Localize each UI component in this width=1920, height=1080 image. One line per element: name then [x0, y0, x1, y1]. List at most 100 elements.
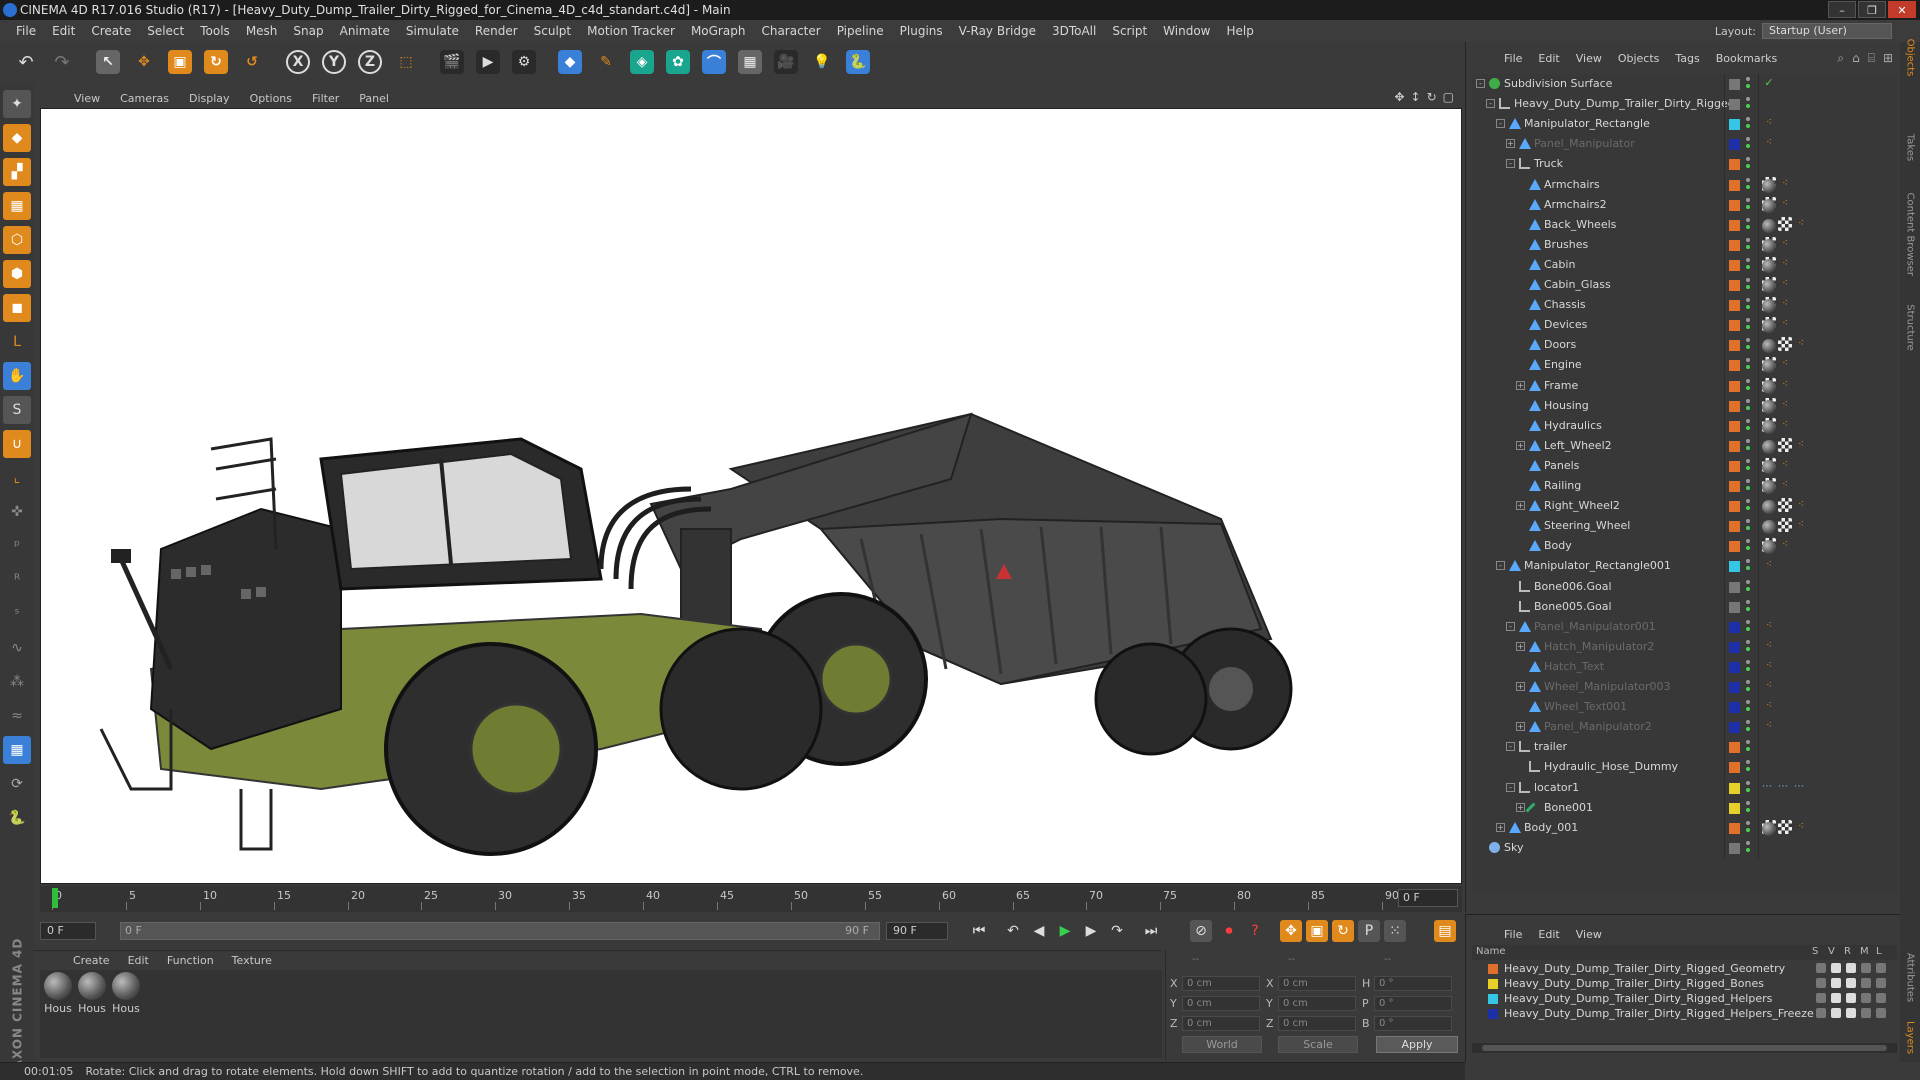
object-row[interactable]: Hydraulics ⁖ — [1472, 415, 1897, 436]
position-x-field[interactable]: 0 cm — [1182, 976, 1260, 991]
scale-button[interactable]: ▣ — [164, 46, 196, 78]
sculpt-flatten-button[interactable]: ⁂ — [3, 668, 31, 696]
menu-vray-bridge[interactable]: V-Ray Bridge — [951, 24, 1044, 38]
visibility-toggle[interactable] — [1746, 538, 1752, 554]
objects-menu-bookmarks[interactable]: Bookmarks — [1708, 52, 1785, 65]
render-visibility-dot[interactable] — [1746, 365, 1750, 370]
editor-visibility-dot[interactable] — [1746, 358, 1750, 363]
render-view-button[interactable]: 🎬 — [436, 46, 468, 78]
visibility-toggle[interactable] — [1746, 438, 1752, 454]
object-row[interactable]: Engine ⁖ — [1472, 355, 1897, 376]
material-tag-icon[interactable] — [1762, 540, 1776, 555]
editor-visibility-dot[interactable] — [1746, 217, 1750, 222]
editor-visibility-dot[interactable] — [1746, 438, 1750, 443]
render-visibility-dot[interactable] — [1746, 787, 1750, 792]
lock-toggle-icon[interactable] — [1876, 978, 1886, 988]
key-parameter-button[interactable]: P — [1358, 920, 1380, 942]
constraint-tag-icon[interactable]: ⁖ — [1794, 438, 1808, 452]
editor-visibility-dot[interactable] — [1746, 619, 1750, 624]
material-tag-icon[interactable] — [1762, 339, 1776, 354]
object-row[interactable]: + Bone001 — [1472, 797, 1897, 818]
constraint-tag-icon[interactable]: ⁖ — [1762, 558, 1776, 572]
expand-toggle[interactable]: + — [1496, 822, 1505, 832]
render-visibility-dot[interactable] — [1746, 264, 1750, 269]
layer-row[interactable]: Heavy_Duty_Dump_Trailer_Dirty_Rigged_Geo… — [1472, 961, 1897, 976]
material-tag-icon[interactable] — [1762, 238, 1776, 253]
visibility-toggle[interactable] — [1746, 659, 1752, 675]
render-visibility-dot[interactable] — [1746, 847, 1750, 852]
uvw-tag-icon[interactable] — [1778, 819, 1792, 834]
collapse-toggle[interactable]: - — [1506, 159, 1515, 169]
object-row[interactable]: - trailer — [1472, 737, 1897, 758]
editor-visibility-dot[interactable] — [1746, 680, 1750, 684]
y-axis-lock-button[interactable]: Y — [318, 46, 350, 78]
objects-menu-file[interactable]: File — [1496, 52, 1530, 65]
sculpt-inflate-button[interactable]: ≈ — [3, 702, 31, 730]
enabled-check-icon[interactable]: ✓ — [1762, 76, 1776, 90]
visibility-toggle[interactable] — [1746, 780, 1752, 796]
selection-tag-icon[interactable]: ⋯ — [1778, 780, 1792, 794]
menu-help[interactable]: Help — [1218, 24, 1261, 38]
collapse-toggle[interactable]: - — [1496, 119, 1505, 129]
menu-tools[interactable]: Tools — [192, 24, 238, 38]
visibility-toggle[interactable] — [1746, 518, 1752, 534]
visibility-toggle[interactable] — [1746, 277, 1752, 293]
menu-plugins[interactable]: Plugins — [892, 24, 951, 38]
constraint-tag-icon[interactable]: ⁖ — [1794, 217, 1808, 231]
polygons-mode-button[interactable]: ◼ — [3, 294, 31, 322]
menu-mograph[interactable]: MoGraph — [683, 24, 754, 38]
preview-range-slider[interactable]: 0 F 90 F — [120, 922, 880, 940]
render-visibility-dot[interactable] — [1746, 626, 1750, 631]
collapse-toggle[interactable]: - — [1496, 561, 1505, 571]
render-visibility-dot[interactable] — [1746, 687, 1750, 691]
render-visibility-dot[interactable] — [1746, 486, 1750, 490]
constraint-tag-icon[interactable]: ⁖ — [1778, 197, 1792, 211]
collapse-toggle[interactable]: - — [1506, 782, 1515, 792]
tab-takes[interactable]: Takes — [1900, 134, 1920, 161]
rotation-h-field[interactable]: 0 ° — [1374, 976, 1452, 991]
editor-visibility-dot[interactable] — [1746, 519, 1750, 524]
render-visibility-dot[interactable] — [1746, 385, 1750, 390]
object-row[interactable]: Back_Wheels ⋯⁖ — [1472, 214, 1897, 235]
object-row[interactable]: Bone006.Goal — [1472, 576, 1897, 597]
visibility-toggle[interactable] — [1746, 156, 1752, 172]
viewport-menu-view[interactable]: View — [64, 92, 110, 105]
constraint-tag-icon[interactable]: ⁖ — [1762, 699, 1776, 713]
viewport-menu-options[interactable]: Options — [240, 92, 302, 105]
lock-icon[interactable]: ⌸ — [1868, 51, 1875, 66]
layer-color-swatch[interactable] — [1729, 139, 1740, 151]
editor-visibility-dot[interactable] — [1746, 378, 1750, 383]
editor-visibility-dot[interactable] — [1746, 639, 1750, 644]
editor-visibility-dot[interactable] — [1746, 77, 1750, 81]
constraint-tag-icon[interactable]: ⁖ — [1794, 820, 1808, 834]
viewport-menu-cameras[interactable]: Cameras — [110, 92, 179, 105]
object-row[interactable]: Panels ⁖ — [1472, 455, 1897, 476]
previous-key-button[interactable]: ↶ — [1002, 920, 1024, 942]
scrollbar-thumb[interactable] — [1482, 1045, 1887, 1051]
visibility-toggle[interactable] — [1746, 317, 1752, 333]
layer-color-swatch[interactable] — [1488, 1009, 1498, 1019]
render-visibility-dot[interactable] — [1746, 526, 1750, 531]
object-row[interactable]: + Body_001 ⁖ — [1472, 817, 1897, 838]
material-menu-create[interactable]: Create — [64, 954, 119, 967]
solo-toggle[interactable] — [1816, 978, 1826, 988]
constraint-tag-icon[interactable]: ⁖ — [1778, 277, 1792, 291]
render-visibility-dot[interactable] — [1746, 204, 1750, 209]
render-visibility-dot[interactable] — [1746, 727, 1750, 732]
render-visibility-dot[interactable] — [1746, 405, 1750, 410]
layer-color-swatch[interactable] — [1729, 581, 1740, 593]
render-visibility-dot[interactable] — [1746, 465, 1750, 470]
layers-menu-file[interactable]: File — [1496, 928, 1530, 941]
editor-visibility-dot[interactable] — [1746, 499, 1750, 504]
render-picture-viewer-button[interactable]: ▶ — [472, 46, 504, 78]
render-visibility-dot[interactable] — [1746, 164, 1750, 169]
layers-menu-view[interactable]: View — [1568, 928, 1610, 941]
constraint-tag-icon[interactable]: ⁖ — [1794, 518, 1808, 532]
menu-file[interactable]: File — [8, 24, 44, 38]
menu-mesh[interactable]: Mesh — [238, 24, 286, 38]
object-row[interactable]: Railing ⁖ — [1472, 476, 1897, 496]
layer-color-swatch[interactable] — [1729, 460, 1740, 472]
constraint-tag-icon[interactable]: ⁖ — [1762, 116, 1776, 130]
python-button[interactable]: 🐍 — [842, 46, 874, 78]
visibility-toggle[interactable] — [1746, 558, 1752, 574]
